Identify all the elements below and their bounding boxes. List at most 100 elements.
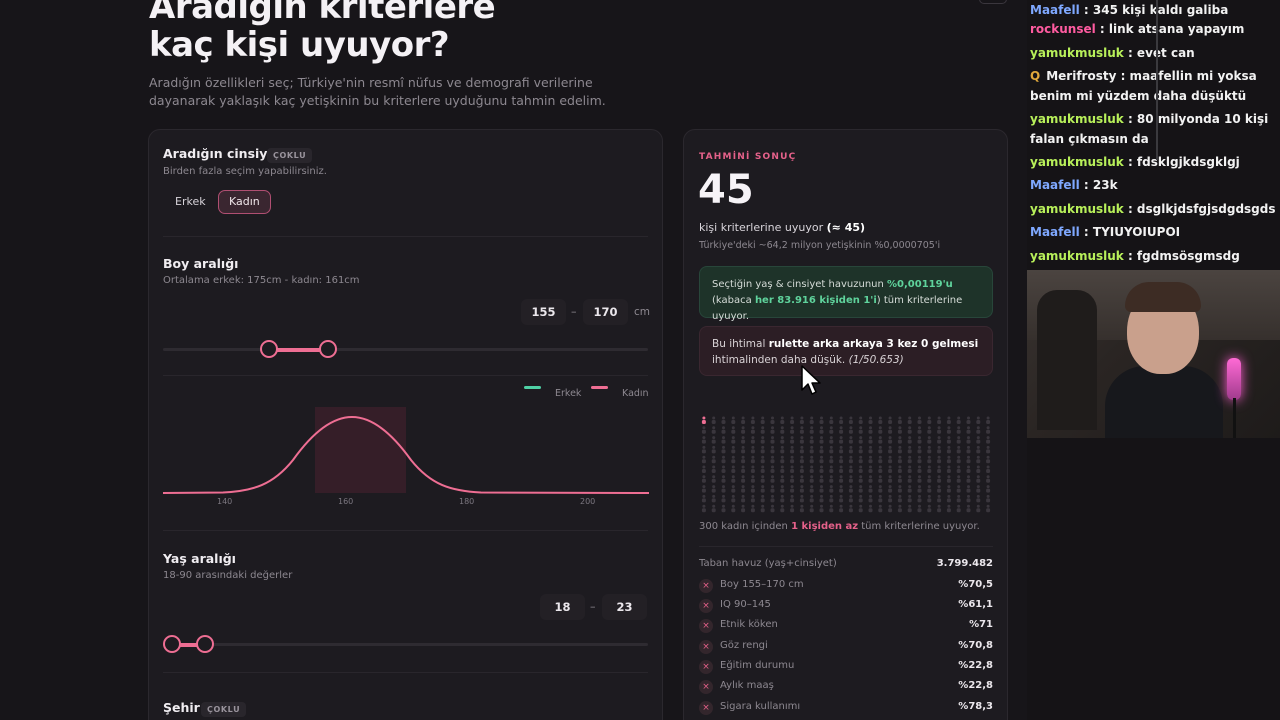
age-slider-max-handle[interactable] xyxy=(196,635,214,653)
criterion-label: IQ 90–145 xyxy=(720,599,771,610)
result-population-note: Türkiye'deki ~64,2 milyon yetişkinin %0,… xyxy=(699,240,941,251)
person-icon xyxy=(741,494,746,503)
person-icon xyxy=(848,494,853,503)
x-icon: × xyxy=(699,701,713,715)
chat-username[interactable]: Maafell xyxy=(1030,3,1080,17)
chat-username[interactable]: yamukmusluk xyxy=(1030,155,1124,169)
person-icon xyxy=(966,455,971,464)
person-icon xyxy=(907,465,912,473)
person-icon xyxy=(741,465,746,473)
x-icon: × xyxy=(699,680,713,694)
person-icon xyxy=(721,475,726,483)
person-icon xyxy=(829,504,834,513)
cam-body xyxy=(1105,366,1223,438)
person-icon xyxy=(986,475,991,483)
chat-message: yamukmusluk : fgdmsösgmsdg xyxy=(1030,246,1278,266)
person-icon xyxy=(976,494,981,503)
chat-username[interactable]: Maafell xyxy=(1030,178,1080,192)
person-icon xyxy=(839,485,844,493)
person-icon xyxy=(907,485,912,493)
person-icon xyxy=(966,436,971,444)
person-icon xyxy=(907,504,912,513)
person-icon xyxy=(917,465,922,473)
person-icon xyxy=(711,436,716,444)
person-icon xyxy=(819,436,824,444)
age-slider-track[interactable] xyxy=(163,643,648,646)
person-icon xyxy=(731,445,736,454)
chat-username[interactable]: rockunsel xyxy=(1030,22,1096,36)
person-icon xyxy=(809,445,814,454)
person-icon xyxy=(770,436,775,444)
overlay-empty-area xyxy=(1027,438,1280,720)
person-icon xyxy=(780,485,785,493)
person-icon xyxy=(888,436,893,444)
criterion-label: Göz rengi xyxy=(720,640,768,651)
height-slider-max-handle[interactable] xyxy=(319,340,337,358)
chat-message: Q Merifrosty : maafellin mi yoksa benim m… xyxy=(1030,66,1278,106)
person-icon xyxy=(937,426,942,434)
person-icon xyxy=(878,445,883,454)
person-icon xyxy=(711,504,716,513)
chat-username[interactable]: yamukmusluk xyxy=(1030,46,1124,60)
chat-scrollbar[interactable] xyxy=(1156,0,1158,160)
criterion-value: %78,3 xyxy=(958,701,993,712)
chat-username[interactable]: yamukmusluk xyxy=(1030,202,1124,216)
pool-ratio: her 83.916 kişiden 1'i xyxy=(754,295,877,306)
top-right-button[interactable] xyxy=(979,0,1007,4)
criterion-label: Eğitim durumu xyxy=(720,660,795,671)
person-icon xyxy=(868,445,873,454)
person-icon xyxy=(888,426,893,434)
person-icon xyxy=(819,504,824,513)
person-icon xyxy=(780,475,785,483)
person-icon xyxy=(927,426,932,434)
height-axis-tick: 160 xyxy=(338,497,354,506)
person-icon xyxy=(917,485,922,493)
person-icon xyxy=(780,465,785,473)
height-max-input[interactable]: 170 xyxy=(583,299,628,325)
person-icon xyxy=(809,436,814,444)
chat-username[interactable]: Maafell xyxy=(1030,225,1080,239)
person-icon xyxy=(770,475,775,483)
person-icon xyxy=(721,455,726,464)
person-icon xyxy=(790,504,795,513)
height-slider-track[interactable] xyxy=(163,348,648,351)
chat-username[interactable]: yamukmusluk xyxy=(1030,249,1124,263)
gender-multi-tag: ÇOKLU xyxy=(267,148,313,163)
gender-chip-kadin[interactable]: Kadın xyxy=(218,190,271,214)
age-slider-min-handle[interactable] xyxy=(163,635,181,653)
person-icon xyxy=(721,445,726,454)
person-icon xyxy=(848,504,853,513)
person-icon xyxy=(721,485,726,493)
prob-text: Bu ihtimal xyxy=(712,338,769,350)
person-icon xyxy=(888,504,893,513)
height-min-input[interactable]: 155 xyxy=(521,299,566,325)
person-icon xyxy=(799,436,804,444)
chat-username[interactable]: Merifrosty xyxy=(1046,69,1116,83)
criterion-value: %70,8 xyxy=(958,640,993,651)
person-icon xyxy=(917,445,922,454)
person-icon xyxy=(946,426,951,434)
person-icon xyxy=(966,426,971,434)
gender-chip-erkek[interactable]: Erkek xyxy=(164,190,217,214)
height-axis-tick: 180 xyxy=(459,497,475,506)
person-icon xyxy=(809,455,814,464)
person-icon xyxy=(956,475,961,483)
person-icon xyxy=(839,455,844,464)
height-slider-min-handle[interactable] xyxy=(260,340,278,358)
prob-text: ihtimalinden daha düşük. xyxy=(712,354,849,366)
person-icon xyxy=(790,445,795,454)
person-icon xyxy=(868,436,873,444)
age-min-input[interactable]: 18 xyxy=(540,594,585,620)
person-icon xyxy=(888,416,893,424)
chat-username[interactable]: yamukmusluk xyxy=(1030,112,1124,126)
divider xyxy=(163,375,648,376)
person-icon xyxy=(770,504,775,513)
person-icon xyxy=(917,475,922,483)
person-icon xyxy=(976,455,981,464)
person-icon xyxy=(819,485,824,493)
person-icon xyxy=(829,445,834,454)
person-icon xyxy=(731,416,736,424)
age-max-input[interactable]: 23 xyxy=(602,594,647,620)
age-desc: 18-90 arasındaki değerler xyxy=(163,570,293,581)
person-icon xyxy=(731,485,736,493)
